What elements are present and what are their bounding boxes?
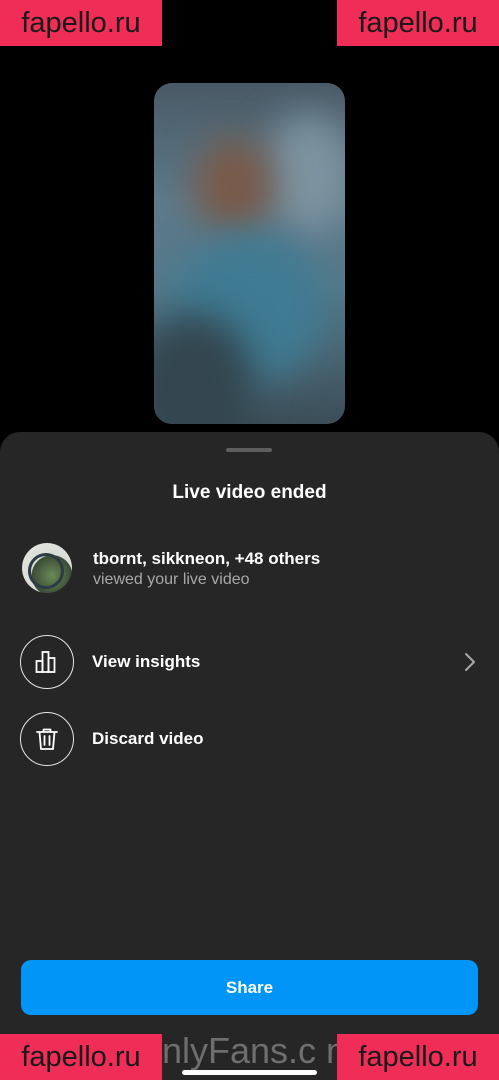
watermark-badge: fapello.ru [0,0,162,46]
icon-circle [20,712,74,766]
discard-video-button[interactable]: Discard video [20,712,480,770]
screen: Live video ended tbornt, sikkneon, +48 o… [0,0,499,1080]
view-insights-button[interactable]: View insights [20,635,480,693]
preview-blur-shape [264,113,345,233]
share-button[interactable]: Share [21,960,478,1015]
viewers-row[interactable]: tbornt, sikkneon, +48 others viewed your… [22,543,482,595]
live-ended-bottom-sheet: Live video ended tbornt, sikkneon, +48 o… [0,432,499,1080]
sheet-grabber-handle[interactable] [226,448,272,452]
icon-circle [20,635,74,689]
viewers-names: tbornt, sikkneon, +48 others [93,549,321,568]
avatar [22,543,72,593]
watermark-badge: fapello.ru [0,1034,162,1080]
live-video-preview [154,83,345,424]
view-insights-label: View insights [92,652,201,671]
bar-chart-icon [35,651,56,673]
watermark-badge: fapello.ru [337,0,499,46]
chevron-right-icon [465,653,475,671]
sheet-title: Live video ended [172,482,327,503]
watermark-badge: fapello.ru [337,1034,499,1080]
avatar-image-detail [28,553,64,589]
discard-video-label: Discard video [92,729,204,748]
preview-blur-shape [194,138,274,233]
viewers-subtitle: viewed your live video [93,571,250,588]
trash-icon [36,728,58,750]
